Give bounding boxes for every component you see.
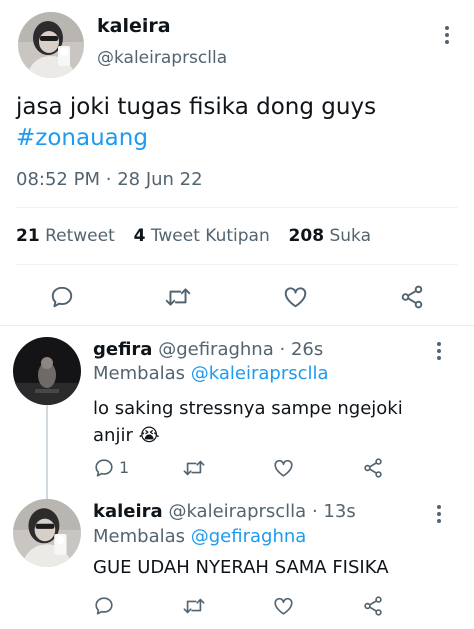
reply-handle[interactable]: @gefiraghna xyxy=(158,339,274,360)
section-divider xyxy=(0,325,474,326)
reply-text-line: lo saking stressnya sampe ngejoki xyxy=(93,398,403,419)
reply-display-name[interactable]: gefira xyxy=(93,339,152,360)
author-display-name[interactable]: kaleira xyxy=(97,15,171,37)
reply-icon[interactable] xyxy=(93,595,115,617)
reply-header: kaleira @kaleiraprsclla · 13s xyxy=(93,501,356,522)
retweet-icon[interactable] xyxy=(164,284,192,310)
divider xyxy=(16,264,458,265)
replying-label: Membalas xyxy=(93,363,186,384)
reply-separator: · xyxy=(311,501,318,522)
retweet-icon[interactable] xyxy=(182,595,206,617)
more-options-icon[interactable] xyxy=(444,26,450,44)
crying-emoji: 😭 xyxy=(138,425,160,446)
more-options-icon[interactable] xyxy=(436,505,442,523)
reply-separator: · xyxy=(279,339,286,360)
author-handle[interactable]: @kaleiraprsclla xyxy=(97,48,227,68)
replying-to: Membalas @gefiraghna xyxy=(93,526,306,547)
more-options-icon[interactable] xyxy=(436,342,442,360)
share-icon[interactable] xyxy=(362,595,384,617)
reply-time: 26s xyxy=(290,339,324,360)
replying-to-link[interactable]: @gefiraghna xyxy=(191,526,307,547)
tweet-time: 08:52 PM xyxy=(16,169,100,190)
reply-avatar[interactable] xyxy=(13,337,81,405)
like-icon[interactable] xyxy=(272,457,295,479)
replying-label: Membalas xyxy=(93,526,186,547)
retweet-icon[interactable] xyxy=(182,457,206,479)
reply-icon[interactable] xyxy=(93,457,115,479)
hashtag-link[interactable]: #zonauang xyxy=(16,123,376,154)
reply-text: lo saking stressnya sampe ngejoki anjir … xyxy=(93,395,403,449)
reply-display-name[interactable]: kaleira xyxy=(93,501,163,522)
tweet-stats: 21 Retweet 4 Tweet Kutipan 208 Suka xyxy=(16,226,371,246)
share-icon[interactable] xyxy=(399,284,425,310)
author-avatar[interactable] xyxy=(18,12,84,78)
reply-text-line: anjir xyxy=(93,425,133,446)
tweet-text: jasa joki tugas fisika dong guys #zonaua… xyxy=(16,92,376,154)
reply-header: gefira @gefiraghna · 26s xyxy=(93,339,323,360)
likes-stat[interactable]: 208 Suka xyxy=(289,226,371,246)
reply-icon[interactable] xyxy=(49,284,75,310)
tweet-text-line: jasa joki tugas fisika dong guys xyxy=(16,94,377,120)
like-icon[interactable] xyxy=(282,284,309,310)
tweet-timestamp: 08:52 PM · 28 Jun 22 xyxy=(16,169,203,190)
thread-line xyxy=(46,405,48,499)
like-icon[interactable] xyxy=(272,595,295,617)
quotes-stat[interactable]: 4 Tweet Kutipan xyxy=(134,226,270,246)
reply-count: 1 xyxy=(119,458,130,477)
tweet-date: 28 Jun 22 xyxy=(117,169,203,190)
reply-time: 13s xyxy=(323,501,356,522)
reply-handle[interactable]: @kaleiraprsclla xyxy=(168,501,306,522)
share-icon[interactable] xyxy=(362,457,384,479)
retweets-stat[interactable]: 21 Retweet xyxy=(16,226,115,246)
replying-to: Membalas @kaleiraprsclla xyxy=(93,363,329,384)
divider xyxy=(16,207,458,208)
reply-avatar[interactable] xyxy=(13,499,81,567)
reply-text: GUE UDAH NYERAH SAMA FISIKA xyxy=(93,557,389,578)
timestamp-separator: · xyxy=(105,169,112,190)
replying-to-link[interactable]: @kaleiraprsclla xyxy=(191,363,329,384)
